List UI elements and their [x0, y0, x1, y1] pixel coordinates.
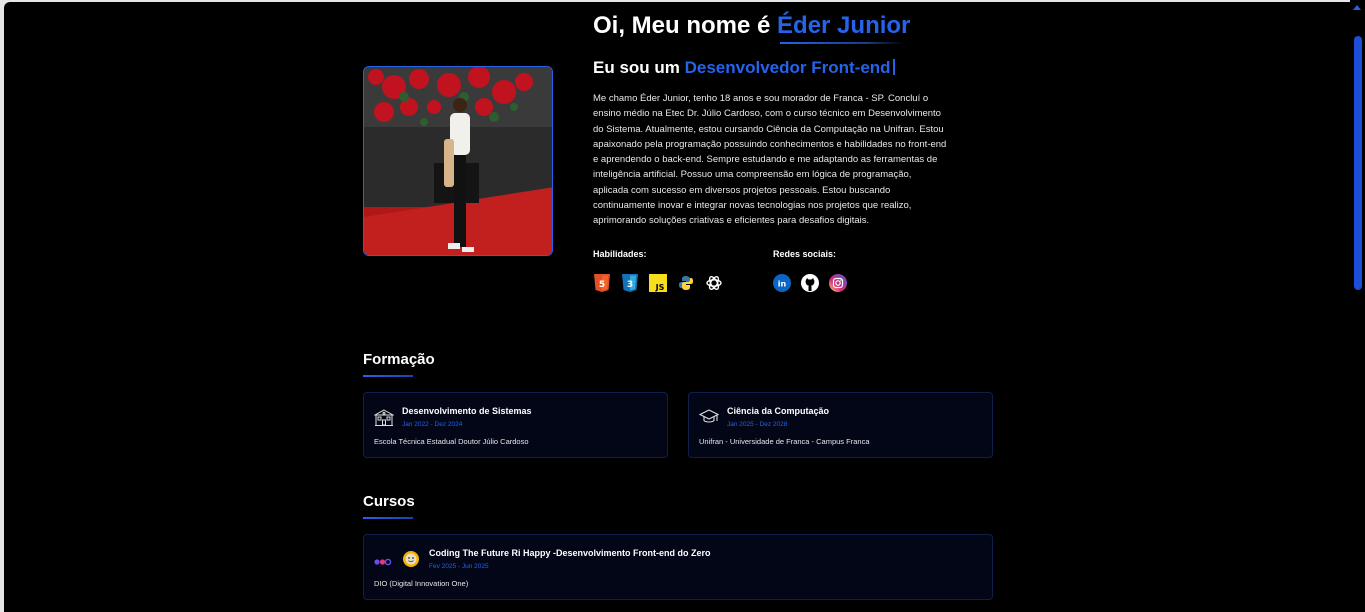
- page: Oi, Meu nome é Éder Junior Eu sou um Des…: [4, 2, 1350, 612]
- github-icon[interactable]: [801, 274, 819, 292]
- python-icon: [677, 274, 695, 292]
- education-card-date: Jan 2022 - Dez 2024: [402, 421, 463, 428]
- social-list: in: [773, 274, 847, 292]
- svg-text:3: 3: [627, 280, 633, 290]
- css3-icon: 3: [621, 274, 639, 292]
- courses-underline: [363, 517, 413, 519]
- greeting-text: Oi, Meu nome é: [593, 12, 778, 39]
- dio-logo-icon: [374, 554, 392, 572]
- role-prefix: Eu sou um: [593, 58, 685, 77]
- course-card-0: Coding The Future Ri Happy -Desenvolvime…: [363, 534, 993, 600]
- scrollbar-thumb[interactable]: [1354, 36, 1362, 290]
- typing-caret: [892, 59, 895, 75]
- svg-text:in: in: [778, 280, 787, 289]
- ri-happy-logo-icon: [402, 550, 420, 573]
- education-card-school: Unifran - Universidade de Franca - Campu…: [699, 437, 870, 446]
- graduation-cap-icon: [698, 409, 720, 430]
- html5-icon: 5: [593, 274, 611, 292]
- education-card-title: Desenvolvimento de Sistemas: [402, 406, 532, 416]
- course-card-school: DIO (Digital Innovation One): [374, 579, 469, 588]
- scrollbar[interactable]: [1350, 0, 1365, 612]
- education-card-1: Ciência da Computação Jan 2025 - Dez 202…: [688, 392, 993, 458]
- svg-text:5: 5: [599, 280, 605, 290]
- svg-text:JS: JS: [655, 283, 665, 292]
- role-text: Desenvolvedor Front-end: [684, 58, 891, 77]
- instagram-icon[interactable]: [829, 274, 847, 292]
- education-underline: [363, 375, 413, 377]
- page-title: Oi, Meu nome é Éder Junior: [593, 12, 910, 40]
- bio-text: Me chamo Éder Junior, tenho 18 anos e so…: [593, 93, 947, 227]
- role-heading: Eu sou um Desenvolvedor Front-end: [593, 58, 895, 78]
- education-card-date: Jan 2025 - Dez 2028: [727, 421, 788, 428]
- courses-title: Cursos: [363, 493, 415, 510]
- education-card-school: Escola Técnica Estadual Doutor Júlio Car…: [374, 437, 529, 446]
- openai-icon: [705, 274, 723, 292]
- title-underline: [780, 42, 904, 44]
- education-card-0: Desenvolvimento de Sistemas Jan 2022 - D…: [363, 392, 668, 458]
- education-title: Formação: [363, 351, 435, 368]
- name-text: Éder Junior: [777, 12, 911, 39]
- school-building-icon: [373, 409, 395, 432]
- course-card-date: Fev 2025 - Jun 2025: [429, 563, 489, 570]
- skills-list: 5 3 JS: [593, 274, 723, 292]
- social-label: Redes sociais:: [773, 249, 837, 259]
- scroll-up-arrow-icon[interactable]: [1353, 5, 1361, 10]
- course-card-title: Coding The Future Ri Happy -Desenvolvime…: [429, 548, 711, 558]
- skills-label: Habilidades:: [593, 249, 647, 259]
- education-card-title: Ciência da Computação: [727, 406, 830, 416]
- profile-photo: [363, 66, 553, 256]
- javascript-icon: JS: [649, 274, 667, 292]
- linkedin-icon[interactable]: in: [773, 274, 791, 292]
